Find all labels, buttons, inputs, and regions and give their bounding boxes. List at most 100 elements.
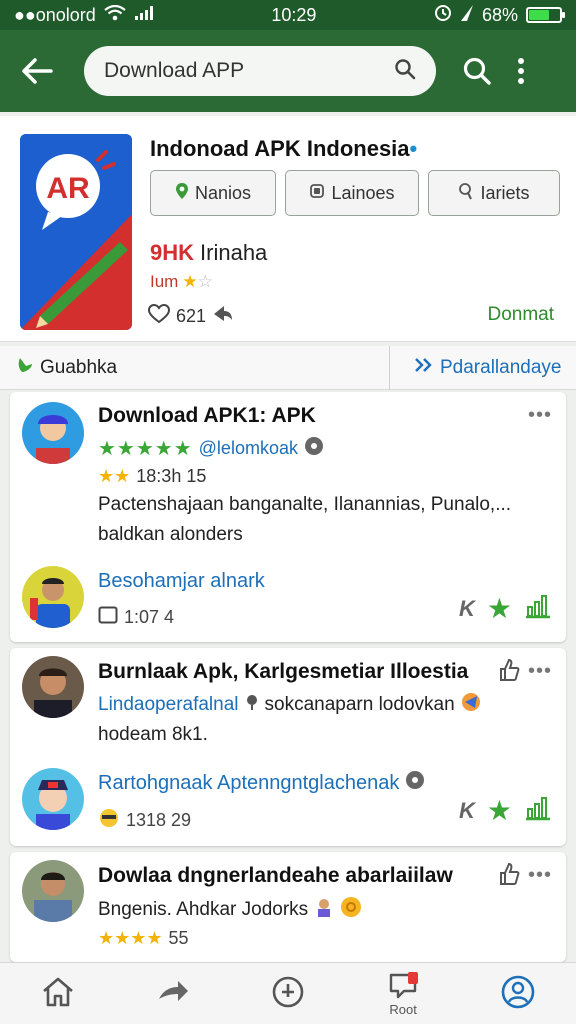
chip-label: Iariets [480, 182, 530, 203]
alarm-icon [434, 4, 452, 27]
search-input[interactable] [104, 59, 364, 83]
avatar[interactable] [22, 566, 84, 628]
search-button-icon[interactable] [454, 48, 500, 94]
chart-icon[interactable] [524, 593, 552, 624]
sub-title[interactable]: Besohamjar alnark [98, 570, 265, 593]
verified-dot-icon: • [409, 136, 418, 161]
avatar[interactable] [22, 402, 84, 464]
sub-title-row: Rartohgnaak Aptenngntglachenak [98, 770, 425, 796]
rating-label: Irinaha [200, 240, 268, 265]
meta-row: 1318 29 [98, 808, 191, 833]
rating-row: ★★★★★ @lelomkoak [98, 436, 324, 461]
bottom-nav: Root [0, 962, 576, 1024]
signal-icon [134, 5, 154, 26]
status-time: 10:29 [271, 4, 317, 25]
rating-stars: ★★★★★ [98, 438, 193, 460]
double-chevron-icon [414, 357, 434, 379]
tab-label: Guabhka [40, 357, 118, 378]
profile-icon [501, 975, 535, 1012]
nav-share[interactable] [138, 964, 208, 1024]
verified-icon [304, 436, 324, 461]
nav-home[interactable] [23, 964, 93, 1024]
tab-bar: Guabhka Pdarallandaye [0, 346, 576, 390]
more-options-icon[interactable]: ••• [528, 660, 552, 683]
battery-icon [526, 7, 565, 23]
star-icon[interactable]: ★ [487, 592, 512, 625]
download-button[interactable]: Donmat [487, 304, 554, 326]
share-icon[interactable] [212, 304, 234, 329]
post-count: 55 [168, 928, 189, 948]
post-title[interactable]: Dowlaa dngnerlandeahe abarlaiilaw [98, 864, 453, 888]
thumbs-up-icon[interactable] [498, 862, 520, 891]
feed-card[interactable]: Burnlaak Apk, Karlgesmetiar Illoestia ••… [10, 648, 566, 846]
avatar[interactable] [22, 656, 84, 718]
heart-icon[interactable] [147, 303, 171, 329]
meta-text: 1:07 4 [124, 607, 175, 627]
star-icon[interactable]: ★ [487, 794, 512, 827]
thumbs-up-icon[interactable] [498, 658, 520, 687]
search-icon[interactable] [394, 58, 416, 85]
avatar[interactable] [22, 768, 84, 830]
overflow-menu-icon[interactable] [506, 48, 536, 94]
k-icon[interactable]: K [459, 798, 475, 824]
app-header-card: AR Indonoad APK Indonesia• Nanios Lainoe… [0, 116, 576, 342]
battery-level [529, 10, 550, 20]
search-small-icon [458, 182, 474, 205]
message-icon [98, 606, 118, 629]
app-logo[interactable]: AR [20, 134, 132, 330]
small-stars: ★★ [98, 466, 131, 486]
count-row: ★★ 18:3h 15 [98, 466, 206, 487]
home-icon [41, 976, 75, 1011]
star-rating-icon: ★☆ [182, 272, 213, 291]
forward-arrow-icon [156, 979, 190, 1008]
tab-label: Pdarallandaye [440, 357, 562, 378]
post-title[interactable]: Download APK1: APK [98, 404, 316, 428]
like-line: 621 [147, 303, 234, 329]
chip-iariets[interactable]: Iariets [428, 170, 560, 216]
back-arrow-icon[interactable] [14, 48, 60, 94]
app-title-text: Indonoad APK Indonesia [150, 136, 410, 161]
nav-profile[interactable] [483, 964, 553, 1024]
meta-text: 1318 29 [126, 810, 192, 830]
more-options-icon[interactable]: ••• [528, 404, 552, 427]
small-stars: ★★★★ [98, 928, 163, 948]
post-body-line-2: baldkan alonders [98, 524, 243, 545]
nav-download[interactable] [253, 964, 323, 1024]
body-line-1: Bngenis. Ahdkar Jodorks [98, 896, 362, 924]
chip-label: Lainoes [331, 182, 395, 203]
battery-percent: 68% [481, 4, 518, 25]
avatar[interactable] [22, 860, 84, 922]
card-actions: K ★ [459, 794, 552, 827]
sub-title[interactable]: Rartohgnaak Aptenngntglachenak [98, 772, 399, 795]
post-body-line-1: Pactenshajaan banganalte, Ilanannias, Pu… [98, 494, 512, 515]
svg-text:AR: AR [46, 172, 90, 205]
nav-post[interactable]: Root [368, 964, 438, 1024]
tab-pdarallandaye[interactable]: Pdarallandaye [390, 346, 576, 390]
app-title: Indonoad APK Indonesia• [150, 136, 417, 162]
post-title[interactable]: Burnlaak Apk, Karlgesmetiar Illoestia [98, 660, 468, 684]
sub-text: Ium [150, 272, 179, 291]
feed-card[interactable]: Download APK1: APK ••• ★★★★★ @lelomkoak … [10, 392, 566, 642]
chart-icon[interactable] [524, 795, 552, 826]
sub-line: Ium ★☆ [150, 272, 213, 292]
rating-line: 9HK Irinaha [150, 240, 267, 266]
post-count: 18:3h 15 [136, 466, 207, 486]
author-handle[interactable]: @lelomkoak [199, 438, 298, 459]
search-field[interactable] [84, 46, 436, 96]
chip-lainoes[interactable]: Lainoes [285, 170, 419, 216]
k-icon[interactable]: K [459, 596, 475, 622]
chip-versions[interactable]: Nanios [150, 170, 276, 216]
pin-small-icon [245, 693, 259, 717]
like-count: 621 [176, 306, 207, 326]
verified-icon [405, 770, 425, 796]
post-body-line-2: hodeam 8k1. [98, 724, 208, 745]
feed-card[interactable]: Dowlaa dngnerlandeahe abarlaiilaw ••• Bn… [10, 852, 566, 962]
chip-label: Nanios [194, 182, 252, 203]
tab-guabhka[interactable]: Guabhka [0, 346, 390, 390]
mention-link[interactable]: Lindaoperafalnal [98, 694, 239, 716]
card-actions: K ★ [459, 592, 552, 625]
more-options-icon[interactable]: ••• [528, 864, 552, 887]
download-circle-icon [271, 975, 305, 1012]
body-line-1: Lindaoperafalnal sokcanaparn lodovkan [98, 692, 481, 718]
count-row: ★★★★ 55 [98, 928, 189, 949]
